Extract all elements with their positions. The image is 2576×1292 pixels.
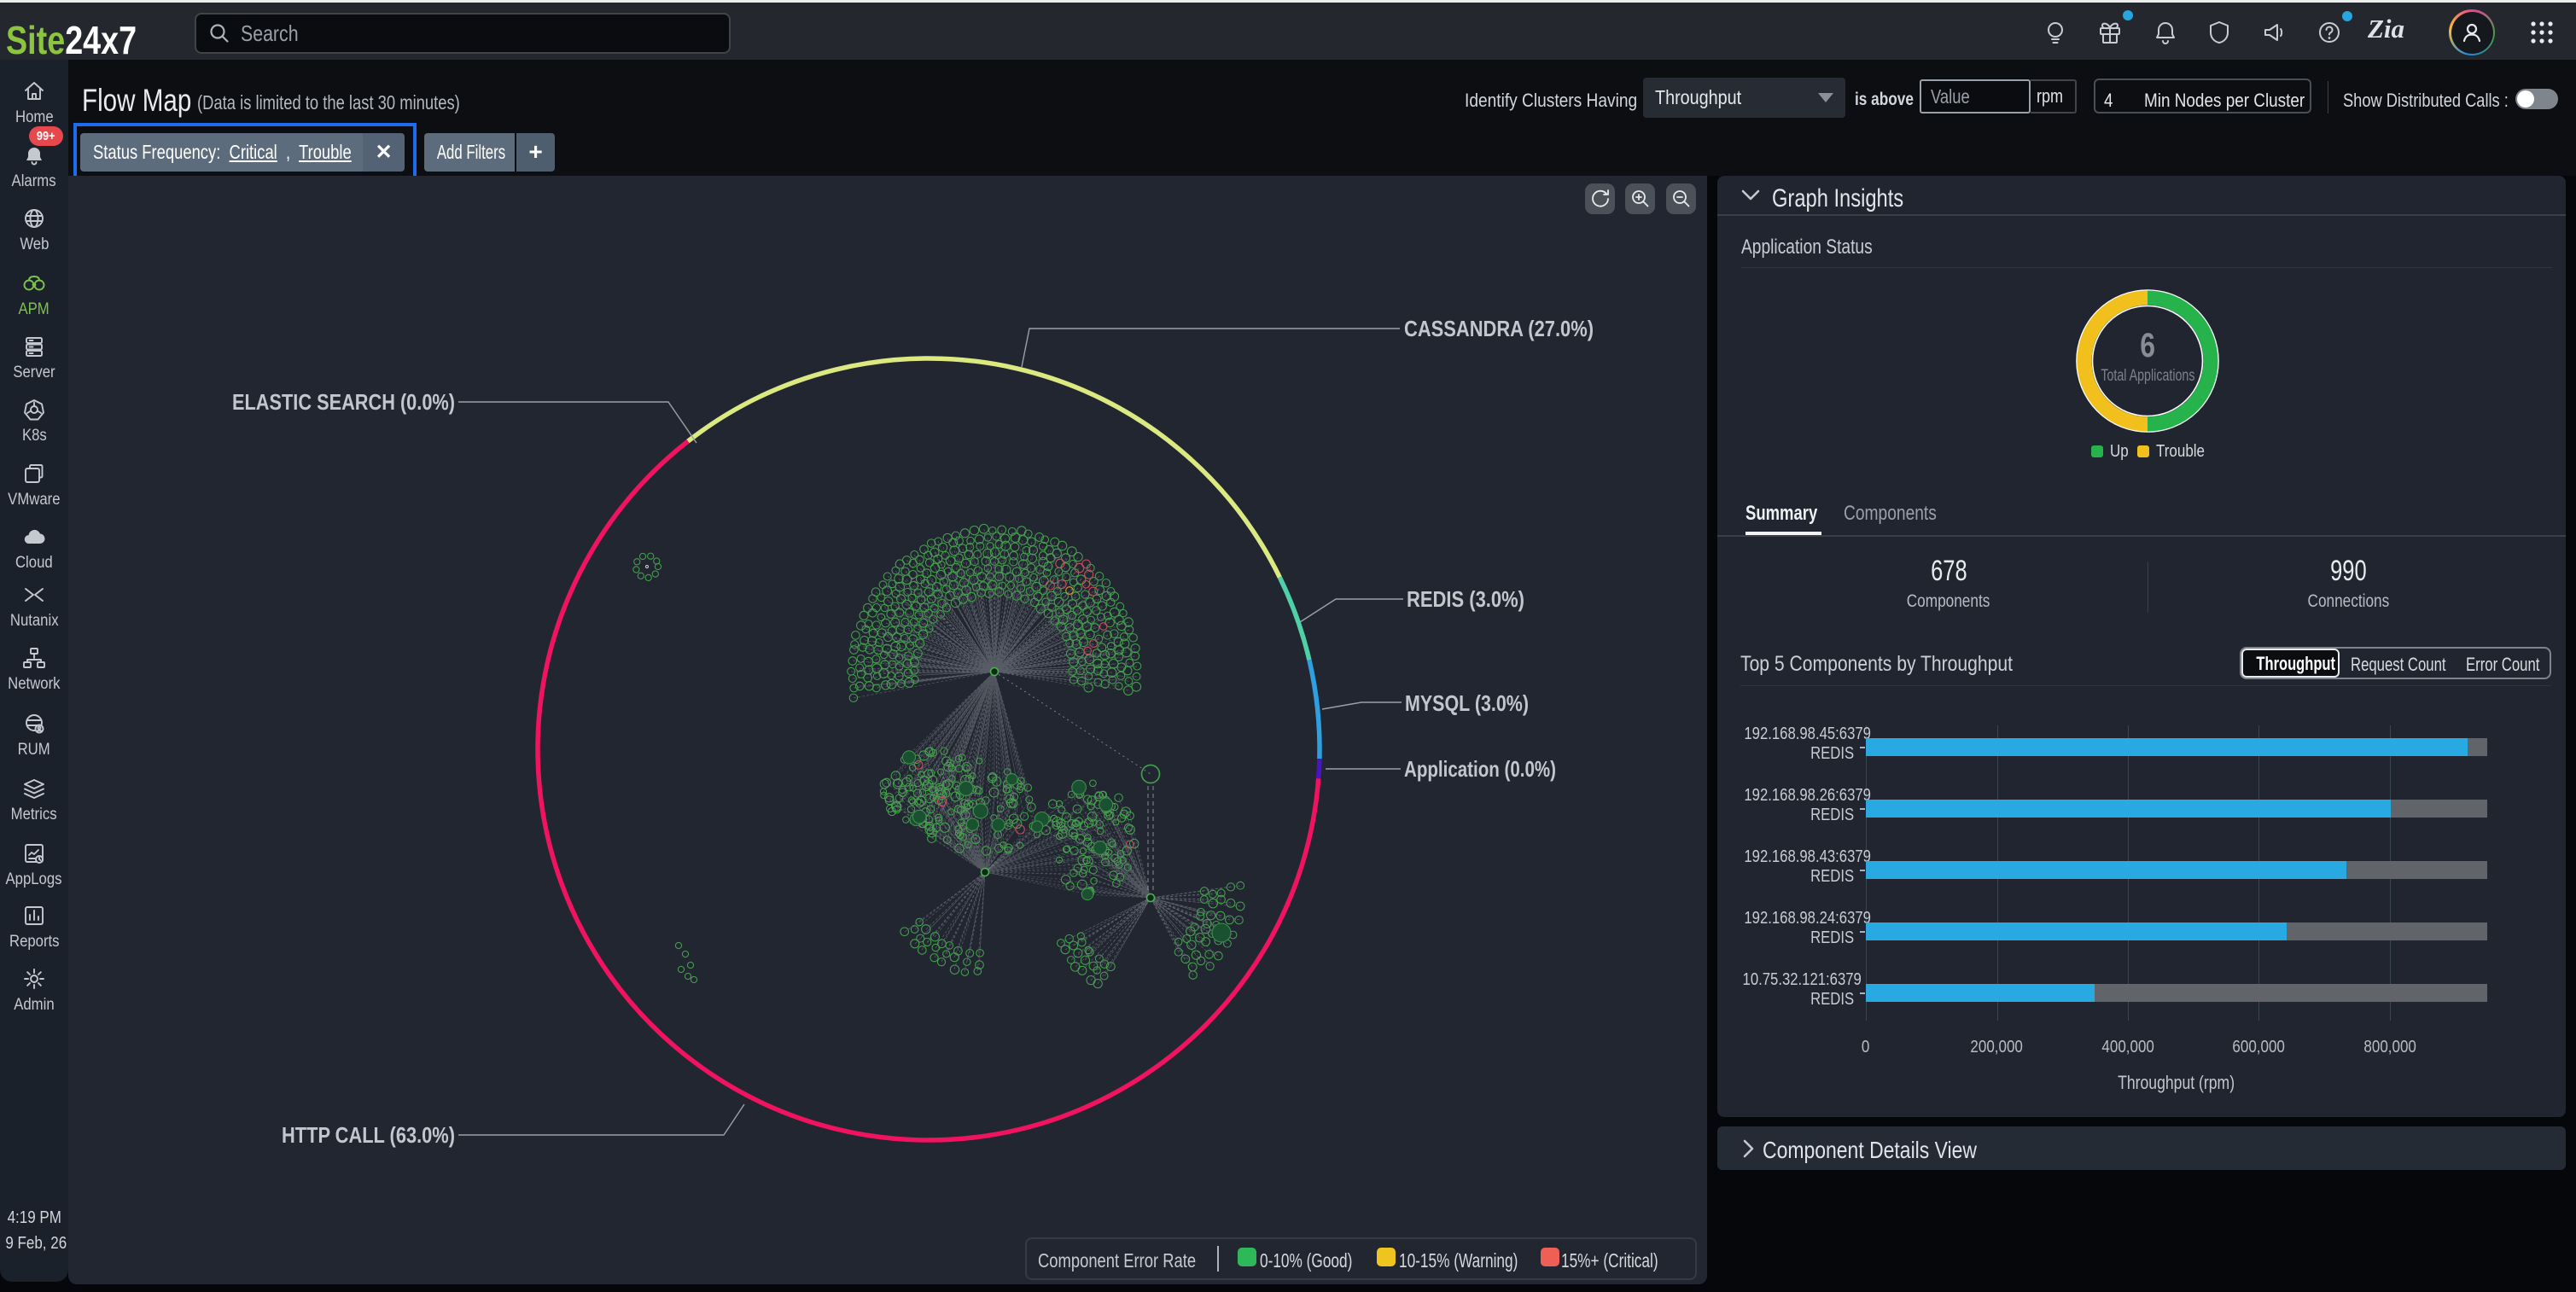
svg-text:REDIS (3.0%): REDIS (3.0%)	[1407, 586, 1524, 612]
svg-text:HTTP CALL (63.0%): HTTP CALL (63.0%)	[282, 1122, 455, 1148]
svg-text:CASSANDRA (27.0%): CASSANDRA (27.0%)	[1404, 316, 1594, 341]
svg-text:ELASTIC SEARCH (0.0%): ELASTIC SEARCH (0.0%)	[232, 389, 455, 415]
svg-text:Application (0.0%): Application (0.0%)	[1404, 756, 1556, 782]
svg-text:MYSQL (3.0%): MYSQL (3.0%)	[1405, 690, 1529, 716]
